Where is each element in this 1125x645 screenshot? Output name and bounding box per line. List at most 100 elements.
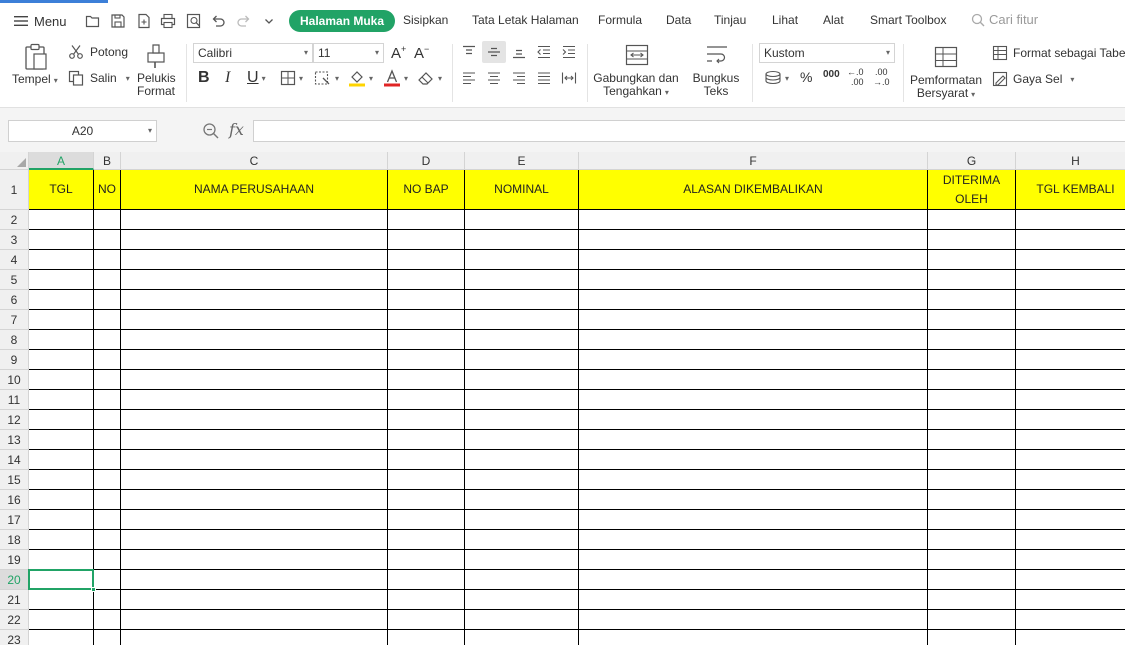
header-cell-f[interactable]: ALASAN DIKEMBALIKAN [579, 170, 928, 210]
tab-data[interactable]: Data [666, 13, 691, 27]
column-header-g[interactable]: G [928, 152, 1016, 170]
table-cell[interactable] [1016, 250, 1125, 270]
header-cell-d[interactable]: NO BAP [388, 170, 465, 210]
table-cell[interactable] [94, 250, 121, 270]
cell-fill-pattern-button[interactable]: ▾ [314, 70, 339, 86]
table-cell[interactable] [29, 490, 94, 510]
row-header-14[interactable]: 14 [0, 450, 29, 470]
table-cell[interactable] [928, 530, 1016, 550]
table-cell[interactable] [465, 470, 579, 490]
table-cell[interactable] [579, 550, 928, 570]
table-cell[interactable] [465, 250, 579, 270]
table-cell[interactable] [1016, 310, 1125, 330]
table-cell[interactable] [121, 210, 388, 230]
table-cell[interactable] [94, 490, 121, 510]
table-cell[interactable] [579, 530, 928, 550]
tab-smart-toolbox[interactable]: Smart Toolbox [870, 13, 946, 27]
number-format-select[interactable]: Kustom ▾ [759, 43, 895, 63]
row-header-11[interactable]: 11 [0, 390, 29, 410]
table-cell[interactable] [928, 230, 1016, 250]
table-cell[interactable] [94, 510, 121, 530]
table-cell[interactable] [388, 390, 465, 410]
table-cell[interactable] [121, 390, 388, 410]
undo-button[interactable] [208, 11, 228, 31]
header-cell-h[interactable]: TGL KEMBALI [1016, 170, 1125, 210]
column-header-a[interactable]: A [29, 152, 94, 170]
table-cell[interactable] [465, 610, 579, 630]
justify-button[interactable] [534, 69, 554, 87]
table-cell[interactable] [388, 570, 465, 590]
table-cell[interactable] [121, 310, 388, 330]
table-cell[interactable] [1016, 490, 1125, 510]
table-cell[interactable] [121, 530, 388, 550]
thousands-separator-button[interactable]: 000 [823, 69, 840, 80]
decrease-font-size-button[interactable]: A− [414, 44, 429, 62]
table-cell[interactable] [579, 230, 928, 250]
row-header-18[interactable]: 18 [0, 530, 29, 550]
table-cell[interactable] [388, 490, 465, 510]
table-cell[interactable] [29, 550, 94, 570]
align-top-button[interactable] [459, 43, 479, 61]
row-header-12[interactable]: 12 [0, 410, 29, 430]
table-cell[interactable] [579, 570, 928, 590]
table-cell[interactable] [579, 590, 928, 610]
table-cell[interactable] [1016, 590, 1125, 610]
print-button[interactable] [158, 11, 178, 31]
table-cell[interactable] [121, 490, 388, 510]
tab-tools[interactable]: Alat [823, 13, 844, 27]
tab-page-layout[interactable]: Tata Letak Halaman [472, 13, 579, 27]
table-cell[interactable] [94, 430, 121, 450]
table-cell[interactable] [388, 230, 465, 250]
table-cell[interactable] [928, 210, 1016, 230]
table-cell[interactable] [465, 510, 579, 530]
open-file-button[interactable] [83, 11, 103, 31]
table-cell[interactable] [29, 270, 94, 290]
currency-format-button[interactable]: ▾ [764, 70, 789, 86]
row-header-9[interactable]: 9 [0, 350, 29, 370]
table-cell[interactable] [928, 370, 1016, 390]
table-cell[interactable] [388, 250, 465, 270]
format-painter-button[interactable] [144, 42, 168, 70]
table-cell[interactable] [29, 250, 94, 270]
table-cell[interactable] [465, 530, 579, 550]
table-cell[interactable] [94, 270, 121, 290]
table-cell[interactable] [388, 270, 465, 290]
cut-button[interactable]: Potong [68, 44, 128, 60]
wrap-text-button[interactable] [704, 43, 730, 67]
table-cell[interactable] [388, 330, 465, 350]
save-button[interactable] [108, 11, 128, 31]
table-cell[interactable] [94, 450, 121, 470]
row-header-5[interactable]: 5 [0, 270, 29, 290]
table-cell[interactable] [94, 550, 121, 570]
table-cell[interactable] [94, 410, 121, 430]
table-cell[interactable] [388, 610, 465, 630]
row-header-6[interactable]: 6 [0, 290, 29, 310]
table-cell[interactable] [1016, 330, 1125, 350]
table-cell[interactable] [465, 630, 579, 645]
row-header-2[interactable]: 2 [0, 210, 29, 230]
conditional-formatting-label[interactable]: Pemformatan Bersyarat ▾ [909, 74, 983, 101]
table-cell[interactable] [94, 330, 121, 350]
table-cell[interactable] [928, 470, 1016, 490]
table-cell[interactable] [1016, 210, 1125, 230]
table-cell[interactable] [94, 610, 121, 630]
row-header-15[interactable]: 15 [0, 470, 29, 490]
main-menu-button[interactable]: Menu [14, 12, 67, 30]
table-cell[interactable] [1016, 410, 1125, 430]
export-pdf-button[interactable] [134, 11, 154, 31]
table-cell[interactable] [29, 610, 94, 630]
font-color-button[interactable]: ▾ [383, 69, 408, 87]
table-cell[interactable] [94, 290, 121, 310]
select-all-corner[interactable] [0, 152, 29, 170]
tab-review[interactable]: Tinjau [714, 13, 746, 27]
table-cell[interactable] [388, 410, 465, 430]
table-cell[interactable] [94, 230, 121, 250]
table-cell[interactable] [29, 230, 94, 250]
table-cell[interactable] [388, 290, 465, 310]
table-cell[interactable] [465, 310, 579, 330]
feature-search[interactable]: Cari fitur [971, 12, 1038, 27]
table-cell[interactable] [465, 390, 579, 410]
row-header-8[interactable]: 8 [0, 330, 29, 350]
table-cell[interactable] [94, 390, 121, 410]
table-cell[interactable] [29, 370, 94, 390]
